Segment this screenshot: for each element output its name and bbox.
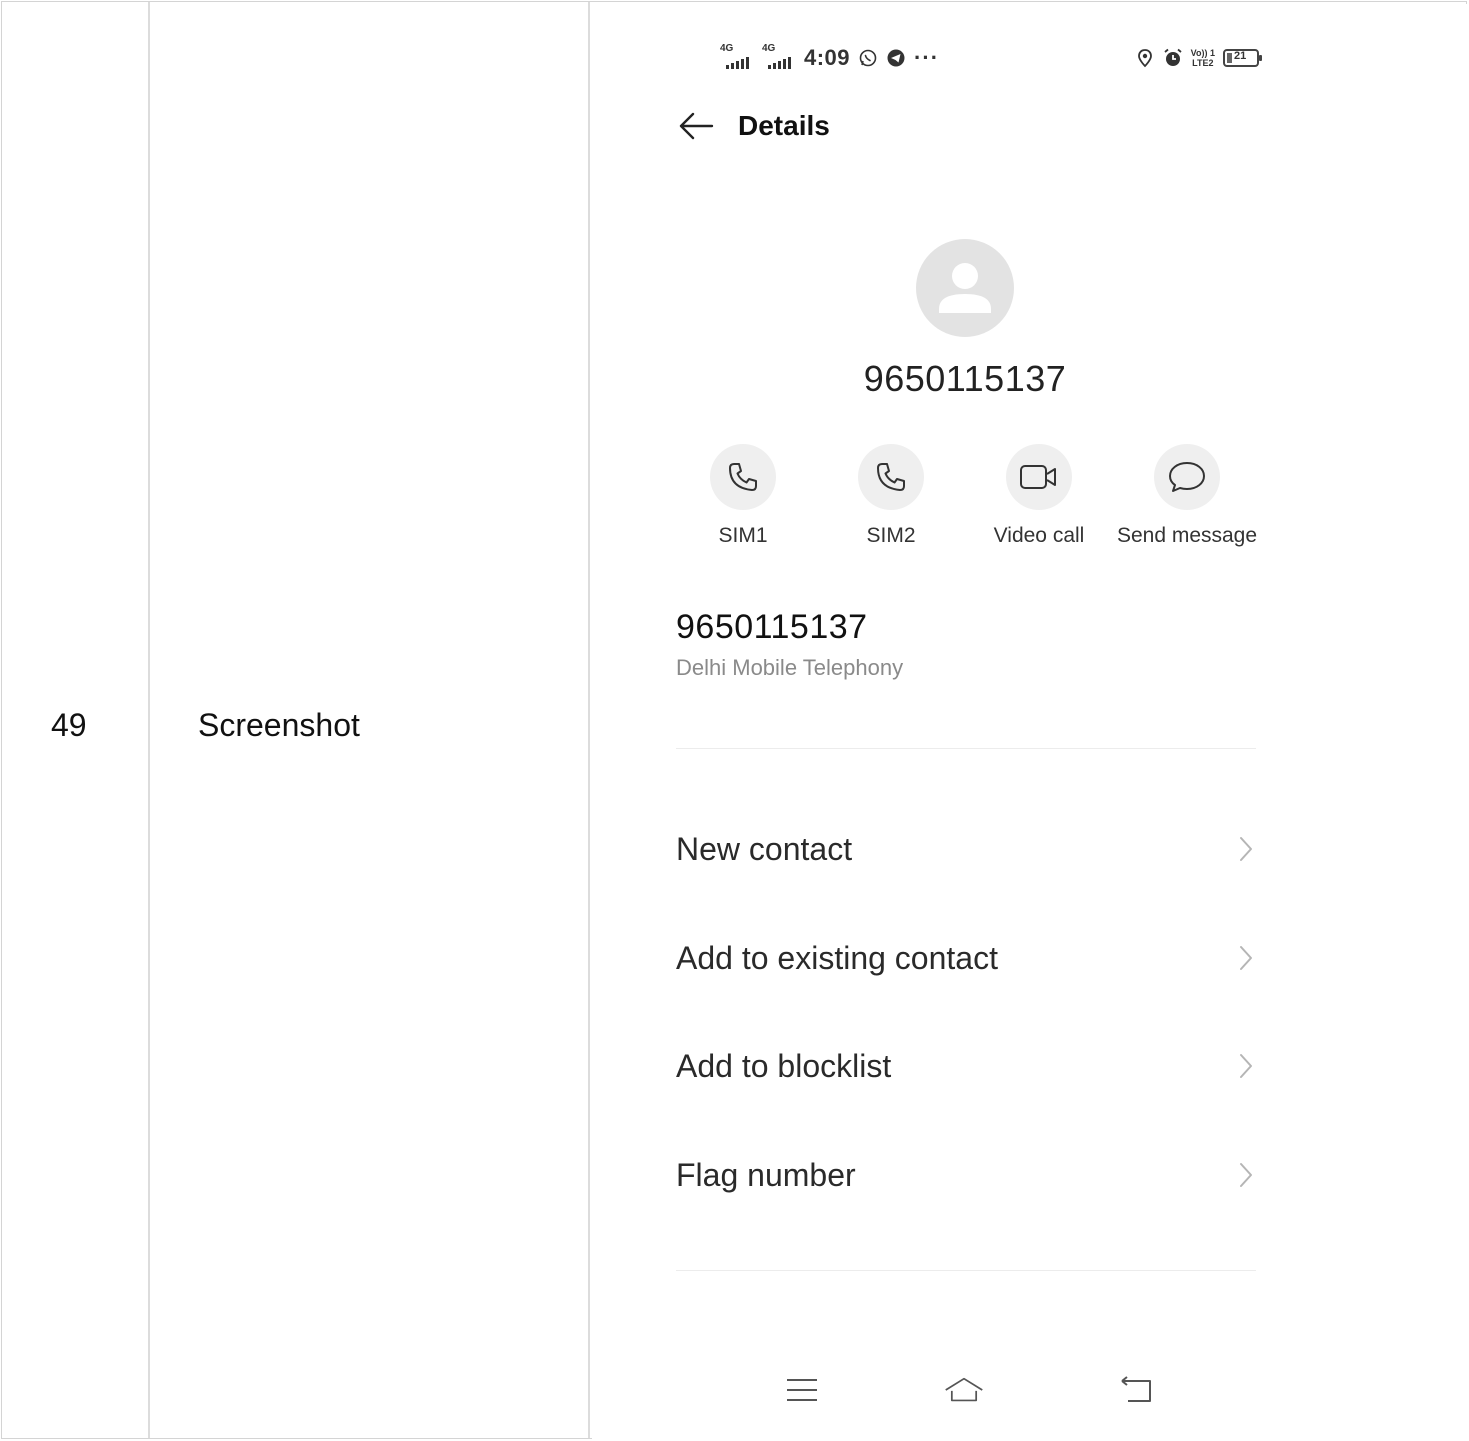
- alarm-icon: [1164, 48, 1182, 66]
- navigation-bar: [592, 1370, 1338, 1410]
- sim1-label: SIM1: [718, 524, 768, 547]
- app-header: Details: [676, 102, 830, 150]
- add-to-blocklist-item[interactable]: Add to blocklist: [676, 1036, 1256, 1096]
- person-icon: [939, 263, 991, 313]
- video-call-label: Video call: [993, 524, 1085, 547]
- section-divider: [676, 1270, 1256, 1271]
- chevron-right-icon: [1240, 1054, 1252, 1078]
- flag-number-item[interactable]: Flag number: [676, 1145, 1256, 1205]
- chevron-right-icon: [1240, 1163, 1252, 1187]
- phone-icon: [729, 463, 757, 491]
- phone-icon: [877, 463, 905, 491]
- sim2-signal-icon: 4G: [762, 43, 796, 71]
- row-number: 49: [51, 707, 87, 743]
- recent-apps-button[interactable]: [782, 1370, 822, 1410]
- send-message-button[interactable]: Send message: [1112, 444, 1262, 548]
- more-notifications-icon: ···: [914, 45, 940, 70]
- menu-item-label: Flag number: [676, 1156, 856, 1193]
- section-divider: [676, 748, 1256, 749]
- table-frame: 49 Screenshot 4G 4G 4:09 ··· Vo)) 1 LTE2…: [1, 1, 1468, 1441]
- message-bubble-icon: [1169, 462, 1205, 492]
- send-message-label: Send message: [1116, 524, 1258, 547]
- status-bar: 4G 4G 4:09 ··· Vo)) 1 LTE2 21: [720, 40, 1262, 76]
- quick-actions: SIM1 SIM2 Video call Send message: [676, 444, 1258, 547]
- volte-indicator: Vo)) 1 LTE2: [1190, 48, 1215, 68]
- home-icon: [945, 1377, 983, 1402]
- avatar: [916, 239, 1014, 337]
- back-button[interactable]: [676, 106, 716, 146]
- status-time: 4:09: [804, 45, 851, 70]
- row-label: Screenshot: [198, 707, 360, 743]
- whatsapp-icon: [859, 49, 877, 67]
- menu-item-label: Add to blocklist: [676, 1047, 892, 1084]
- column-divider: [588, 2, 590, 1438]
- location-icon: [1137, 49, 1152, 68]
- carrier-name: Delhi Mobile Telephony: [676, 655, 904, 680]
- phone-number-row[interactable]: 9650115137 Delhi Mobile Telephony: [676, 608, 903, 681]
- contact-number-heading: 9650115137: [863, 358, 1067, 399]
- column-divider: [148, 2, 150, 1438]
- back-nav-button[interactable]: [1116, 1370, 1156, 1410]
- new-contact-item[interactable]: New contact: [676, 819, 1256, 879]
- battery-icon: 21: [1223, 49, 1262, 67]
- sim2-call-button[interactable]: SIM2: [816, 444, 966, 548]
- add-to-existing-contact-item[interactable]: Add to existing contact: [676, 928, 1256, 988]
- menu-lines-icon: [787, 1379, 817, 1401]
- telegram-icon: [887, 49, 905, 67]
- sim1-call-button[interactable]: SIM1: [668, 444, 818, 548]
- chevron-right-icon: [1240, 837, 1252, 861]
- phone-number: 9650115137: [676, 608, 868, 646]
- menu-item-label: New contact: [676, 830, 853, 867]
- sim1-signal-icon: 4G: [720, 43, 754, 71]
- back-arrow-icon: [679, 112, 714, 140]
- chevron-right-icon: [1240, 946, 1252, 970]
- phone-screen: 4G 4G 4:09 ··· Vo)) 1 LTE2 21 Details 96…: [592, 4, 1468, 1441]
- menu-item-label: Add to existing contact: [676, 939, 998, 976]
- video-call-button[interactable]: Video call: [964, 444, 1114, 548]
- home-button[interactable]: [944, 1370, 984, 1410]
- video-camera-icon: [1020, 465, 1056, 489]
- sim2-label: SIM2: [866, 524, 916, 547]
- page-title: Details: [738, 110, 830, 141]
- back-return-icon: [1121, 1376, 1151, 1402]
